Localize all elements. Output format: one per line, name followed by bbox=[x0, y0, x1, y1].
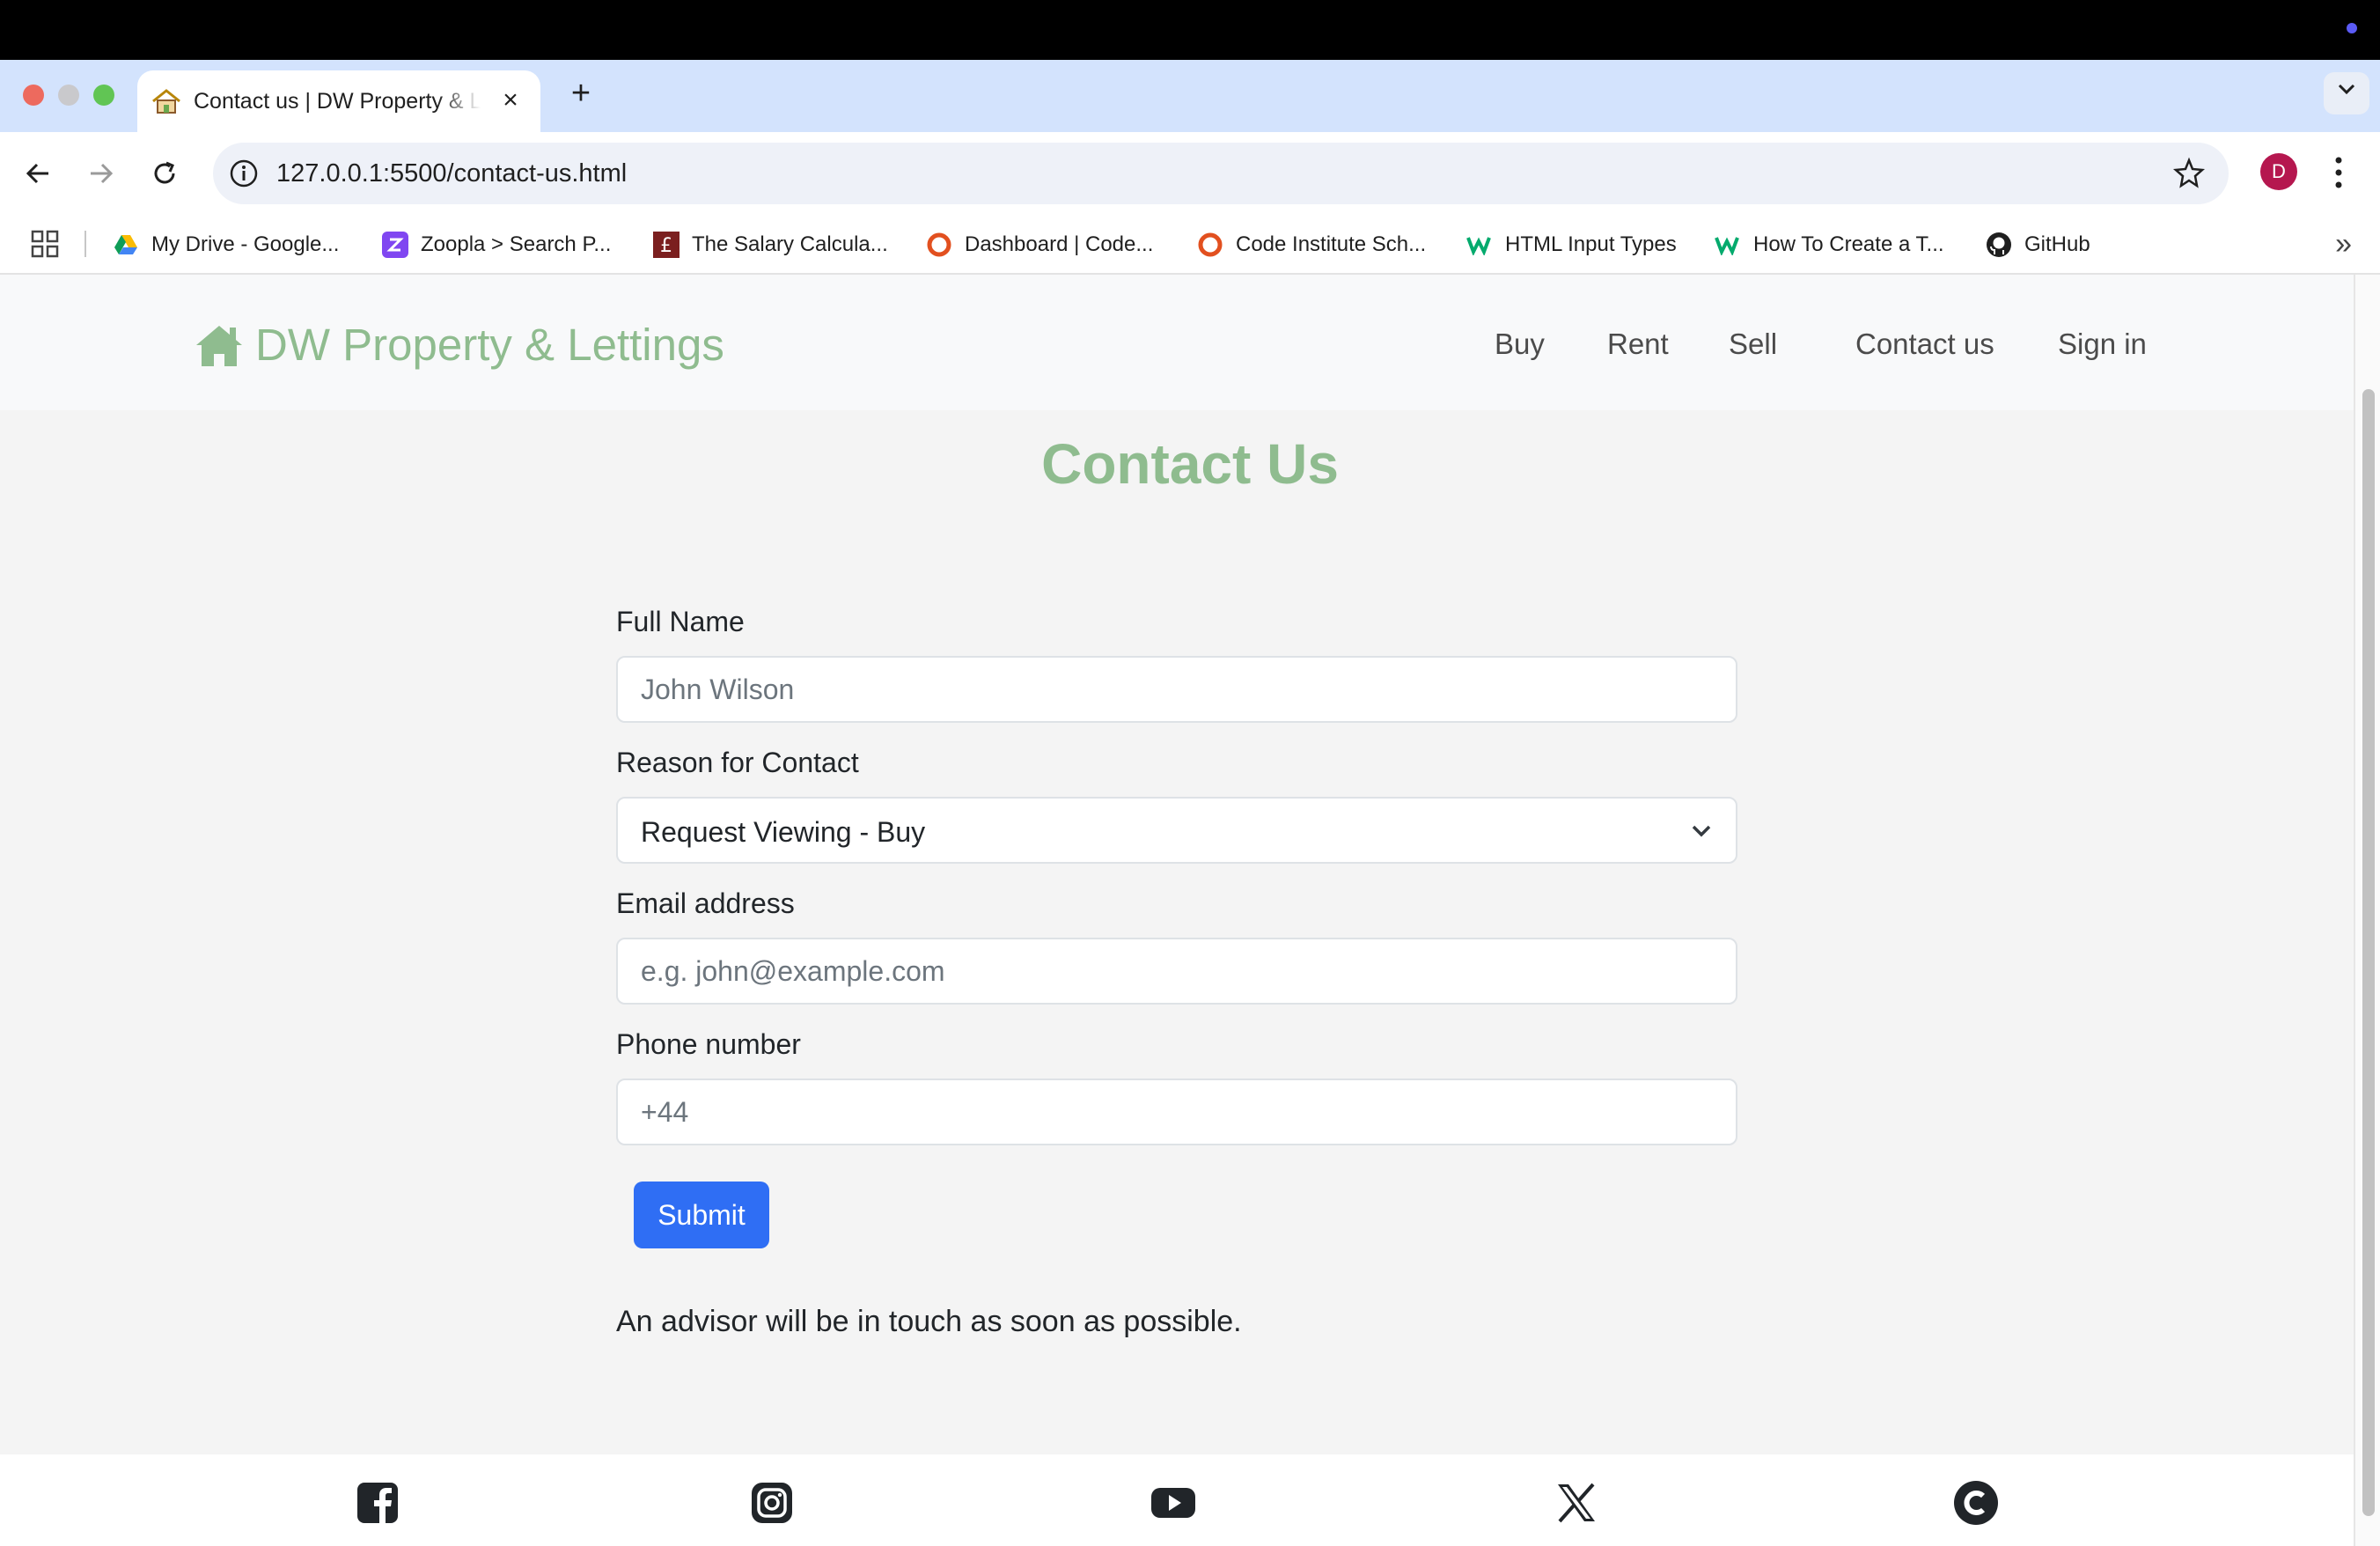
bookmark-label: GitHub bbox=[2024, 232, 2090, 256]
tab-title: Contact us | DW Property & Lettings bbox=[194, 89, 481, 114]
submit-button[interactable]: Submit bbox=[634, 1182, 769, 1248]
w3schools-icon bbox=[1466, 232, 1493, 258]
w3schools-icon bbox=[1715, 232, 1741, 258]
google-drive-icon bbox=[113, 232, 139, 258]
github-icon bbox=[1986, 232, 2012, 258]
instagram-icon[interactable] bbox=[748, 1479, 796, 1527]
page-title: Contact Us bbox=[1041, 432, 1339, 496]
nav-link-rent[interactable]: Rent bbox=[1607, 328, 1669, 361]
bookmark-label: Code Institute Sch... bbox=[1236, 232, 1427, 256]
bookmarks-bar: My Drive - Google... Zoopla > Search P..… bbox=[0, 215, 2380, 275]
advisor-note: An advisor will be in touch as soon as p… bbox=[616, 1305, 1242, 1338]
arrow-left-icon bbox=[26, 163, 48, 184]
nav-link-sell[interactable]: Sell bbox=[1729, 328, 1777, 361]
bookmark-item[interactable]: GitHub bbox=[1986, 225, 2090, 264]
bookmark-item[interactable]: HTML Input Types bbox=[1466, 225, 1677, 264]
nav-link-contact-us[interactable]: Contact us bbox=[1855, 328, 1994, 361]
full-name-input[interactable] bbox=[616, 656, 1737, 723]
pound-icon: £ bbox=[653, 232, 679, 258]
bookmark-label: HTML Input Types bbox=[1505, 232, 1677, 256]
window-close-button[interactable] bbox=[23, 85, 44, 106]
back-button[interactable] bbox=[18, 153, 58, 194]
phone-field[interactable] bbox=[616, 1079, 1737, 1145]
browser-toolbar: 127.0.0.1:5500/contact-us.html D bbox=[0, 132, 2380, 215]
address-bar[interactable]: 127.0.0.1:5500/contact-us.html bbox=[213, 143, 2229, 204]
tab-strip: Contact us | DW Property & Lettings × + bbox=[0, 60, 2380, 132]
reload-button[interactable] bbox=[144, 153, 185, 194]
bookmark-label: Zoopla > Search P... bbox=[421, 232, 612, 256]
reason-label: Reason for Contact bbox=[616, 747, 859, 778]
tab-search-button[interactable] bbox=[2324, 72, 2369, 114]
house-favicon-icon bbox=[152, 89, 180, 114]
full-name-label: Full Name bbox=[616, 606, 745, 637]
menu-kebab-icon[interactable] bbox=[2325, 153, 2352, 192]
reload-icon bbox=[154, 161, 175, 184]
status-dot bbox=[2347, 23, 2357, 33]
bookmark-item[interactable]: How To Create a T... bbox=[1715, 225, 1944, 264]
new-tab-button[interactable]: + bbox=[563, 76, 599, 111]
window-maximize-button[interactable] bbox=[93, 85, 114, 106]
forward-button[interactable] bbox=[81, 153, 121, 194]
code-institute-icon bbox=[926, 232, 952, 258]
nav-link-buy[interactable]: Buy bbox=[1495, 328, 1545, 361]
nav-link-sign-in[interactable]: Sign in bbox=[2058, 328, 2147, 361]
browser-tab-active[interactable]: Contact us | DW Property & Lettings × bbox=[137, 70, 540, 132]
profile-avatar[interactable]: D bbox=[2260, 153, 2297, 190]
scrollbar-thumb[interactable] bbox=[2362, 389, 2375, 1516]
bookmark-star-icon[interactable] bbox=[2172, 157, 2206, 190]
page-viewport: DW Property & Lettings Buy Rent Sell Con… bbox=[0, 275, 2380, 1546]
site-footer bbox=[0, 1454, 2354, 1546]
house-icon bbox=[196, 325, 242, 366]
chevron-down-icon bbox=[1692, 825, 1711, 837]
zoopla-icon bbox=[382, 232, 408, 258]
site-navbar: DW Property & Lettings Buy Rent Sell Con… bbox=[0, 275, 2354, 410]
bookmark-label: The Salary Calcula... bbox=[692, 232, 888, 256]
tab-close-icon[interactable]: × bbox=[496, 86, 525, 114]
bookmark-label: How To Create a T... bbox=[1753, 232, 1944, 256]
email-label: Email address bbox=[616, 887, 795, 919]
bookmark-item[interactable]: Zoopla > Search P... bbox=[382, 225, 611, 264]
copyright-icon[interactable] bbox=[1952, 1479, 2000, 1527]
reason-select-value: Request Viewing - Buy bbox=[641, 816, 926, 848]
site-brand-link[interactable]: DW Property & Lettings bbox=[194, 319, 724, 371]
bookmark-label: Dashboard | Code... bbox=[965, 232, 1154, 256]
facebook-icon[interactable] bbox=[354, 1479, 401, 1527]
bookmark-item[interactable]: Code Institute Sch... bbox=[1197, 225, 1426, 264]
bookmarks-separator bbox=[84, 231, 86, 257]
bookmark-item[interactable]: My Drive - Google... bbox=[113, 225, 339, 264]
youtube-icon[interactable] bbox=[1150, 1479, 1197, 1527]
chevron-down-icon bbox=[2338, 84, 2355, 95]
bookmark-item[interactable]: £ The Salary Calcula... bbox=[653, 225, 888, 264]
window-minimize-button[interactable] bbox=[58, 85, 79, 106]
site-brand-text: DW Property & Lettings bbox=[255, 320, 724, 370]
address-url: 127.0.0.1:5500/contact-us.html bbox=[276, 159, 628, 188]
more-bookmarks-icon[interactable]: » bbox=[2335, 227, 2352, 261]
x-icon[interactable] bbox=[1553, 1479, 1600, 1527]
apps-grid-icon[interactable] bbox=[30, 229, 60, 259]
site-info-icon[interactable] bbox=[229, 158, 259, 188]
svg-text:£: £ bbox=[660, 235, 672, 257]
bookmark-item[interactable]: Dashboard | Code... bbox=[926, 225, 1153, 264]
email-field[interactable] bbox=[616, 938, 1737, 1005]
arrow-right-icon bbox=[91, 163, 114, 184]
code-institute-icon bbox=[1197, 232, 1223, 258]
reason-select[interactable]: Request Viewing - Buy bbox=[616, 797, 1737, 864]
phone-label: Phone number bbox=[616, 1028, 801, 1060]
page-scrollbar[interactable] bbox=[2354, 275, 2380, 1546]
bookmark-label: My Drive - Google... bbox=[151, 232, 340, 256]
os-menu-bar bbox=[0, 0, 2380, 60]
